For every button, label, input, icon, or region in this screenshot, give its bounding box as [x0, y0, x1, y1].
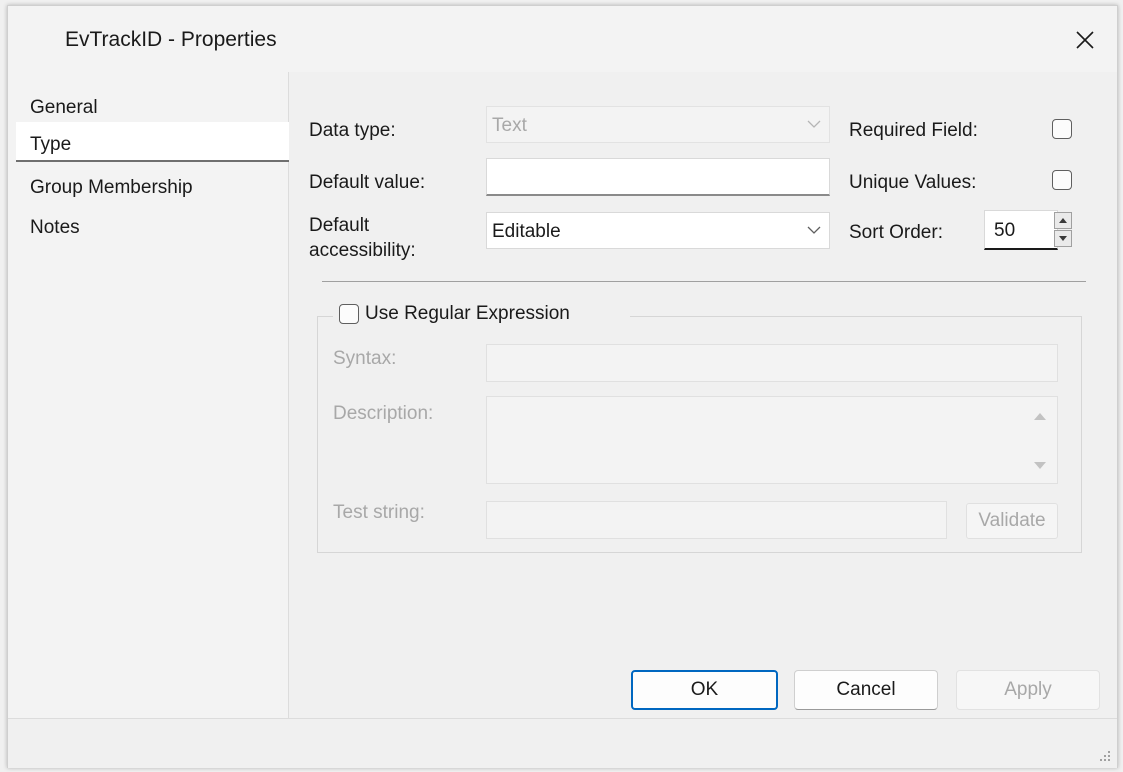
properties-dialog: EvTrackID - Properties General Type Grou… [7, 5, 1118, 768]
apply-button-label: Apply [1004, 679, 1052, 700]
validate-button-label: Validate [978, 510, 1046, 531]
sort-order-value: 50 [994, 220, 1016, 241]
type-page: Data type: Text Required Field: Default … [289, 72, 1117, 718]
sort-order-down-button[interactable] [1054, 230, 1072, 247]
nav-item-label: Type [30, 134, 72, 155]
nav-item-label: Notes [30, 217, 80, 238]
unique-values-label: Unique Values: [849, 172, 977, 193]
default-accessibility-value: Editable [492, 221, 561, 242]
ok-button-label: OK [690, 679, 719, 700]
resize-grip-icon[interactable] [1099, 750, 1111, 762]
chevron-down-icon [807, 120, 821, 128]
nav-item-label: Group Membership [30, 177, 193, 198]
cancel-button[interactable]: Cancel [794, 670, 938, 710]
description-textarea[interactable] [486, 396, 1058, 484]
default-accessibility-select[interactable]: Editable [486, 212, 830, 249]
sort-order-input[interactable]: 50 [984, 210, 1058, 250]
close-button[interactable] [1065, 20, 1105, 60]
nav-item-general[interactable]: General [16, 88, 290, 126]
ok-button[interactable]: OK [631, 670, 778, 710]
status-bar [8, 718, 1117, 768]
regex-group-header: Use Regular Expression [333, 302, 630, 328]
syntax-input[interactable] [486, 344, 1058, 382]
data-type-value: Text [492, 115, 527, 136]
close-icon [1076, 31, 1094, 49]
window-title: EvTrackID - Properties [65, 28, 277, 51]
use-regex-label[interactable]: Use Regular Expression [365, 303, 570, 325]
cancel-button-label: Cancel [836, 679, 896, 700]
arrow-down-icon [1059, 236, 1067, 241]
data-type-label: Data type: [309, 120, 396, 141]
arrow-up-icon [1059, 218, 1067, 223]
scroll-up-icon[interactable] [1032, 409, 1048, 423]
title-bar[interactable]: EvTrackID - Properties [8, 6, 1117, 72]
test-string-input[interactable] [486, 501, 947, 539]
nav-item-group-membership[interactable]: Group Membership [16, 168, 290, 206]
nav-item-label: General [30, 97, 98, 118]
syntax-label: Syntax: [333, 348, 397, 369]
category-nav: General Type Group Membership Notes [8, 72, 290, 718]
default-value-input[interactable] [486, 158, 830, 196]
sort-order-up-button[interactable] [1054, 212, 1072, 229]
required-field-label: Required Field: [849, 120, 978, 141]
chevron-down-icon [807, 226, 821, 234]
use-regex-checkbox[interactable] [339, 304, 359, 324]
nav-item-type[interactable]: Type [16, 122, 290, 162]
validate-button[interactable]: Validate [966, 503, 1058, 539]
separator-line [322, 281, 1086, 282]
nav-item-notes[interactable]: Notes [16, 208, 290, 246]
data-type-select[interactable]: Text [486, 106, 830, 143]
sort-order-label: Sort Order: [849, 222, 943, 243]
test-string-label: Test string: [333, 502, 425, 523]
default-accessibility-label-line2: accessibility: [309, 240, 416, 261]
description-label: Description: [333, 403, 434, 424]
scroll-down-icon[interactable] [1032, 459, 1048, 473]
apply-button[interactable]: Apply [956, 670, 1100, 710]
required-field-checkbox[interactable] [1052, 119, 1072, 139]
default-value-label: Default value: [309, 172, 426, 193]
default-accessibility-label-line1: Default [309, 215, 370, 236]
unique-values-checkbox[interactable] [1052, 170, 1072, 190]
